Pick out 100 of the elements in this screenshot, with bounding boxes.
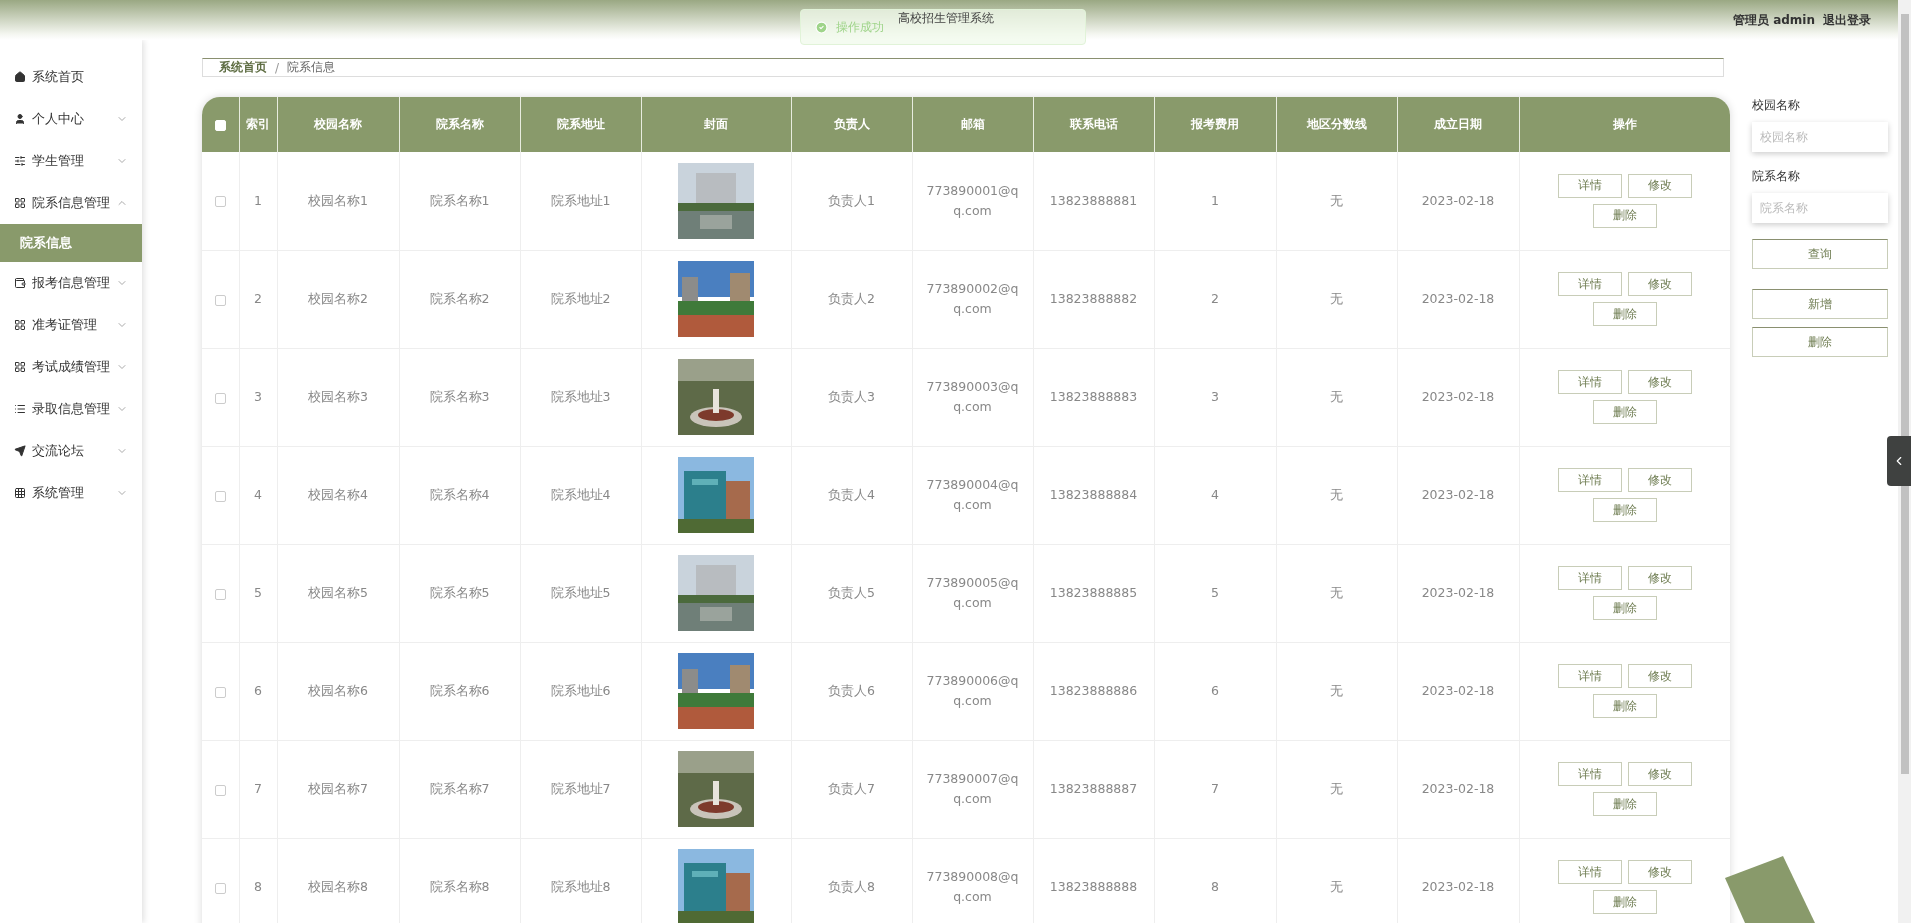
action-button[interactable]: 修改 bbox=[1627, 173, 1692, 198]
toast-text: 操作成功 bbox=[836, 18, 884, 36]
table-cell: 院系名称4 bbox=[429, 487, 490, 502]
row-checkbox[interactable] bbox=[214, 294, 226, 306]
table-cell: 院系名称7 bbox=[429, 781, 490, 796]
toolbar-button[interactable]: 删除 bbox=[1752, 327, 1888, 357]
row-checkbox[interactable] bbox=[214, 882, 226, 894]
logout-link[interactable]: 退出登录 bbox=[1823, 11, 1871, 29]
column-header: 成立日期 bbox=[1397, 97, 1519, 152]
table-cell: 773890007@qq.com bbox=[926, 771, 1019, 806]
table-cell: 院系地址8 bbox=[550, 879, 611, 894]
field-label: 校园名称 bbox=[1752, 97, 1801, 114]
action-button[interactable]: 删除 bbox=[1592, 400, 1657, 424]
menu-item[interactable]: 系统管理 bbox=[0, 472, 142, 514]
table-cell: 2023-02-18 bbox=[1421, 683, 1495, 698]
column-header: 报考费用 bbox=[1154, 97, 1276, 152]
action-button[interactable]: 删除 bbox=[1592, 203, 1657, 228]
column-header: 地区分数线 bbox=[1276, 97, 1397, 152]
action-button[interactable]: 详情 bbox=[1557, 762, 1622, 786]
table-cell: 校园名称2 bbox=[308, 291, 368, 306]
action-button[interactable]: 详情 bbox=[1557, 173, 1622, 198]
row-checkbox[interactable] bbox=[214, 196, 226, 208]
action-button[interactable]: 修改 bbox=[1627, 566, 1692, 590]
action-button[interactable]: 详情 bbox=[1557, 272, 1622, 296]
menu-item[interactable]: 考试成绩管理 bbox=[0, 346, 142, 388]
app-title: 高校招生管理系统 bbox=[898, 10, 994, 27]
menu-item[interactable]: 个人中心 bbox=[0, 98, 142, 140]
row-checkbox[interactable] bbox=[214, 784, 226, 796]
action-button[interactable]: 修改 bbox=[1627, 468, 1692, 492]
table-cell: 校园名称3 bbox=[308, 389, 368, 404]
action-button[interactable]: 修改 bbox=[1627, 272, 1692, 296]
table-cell: 2023-02-18 bbox=[1421, 291, 1495, 306]
action-button[interactable]: 修改 bbox=[1627, 370, 1692, 394]
action-button[interactable]: 详情 bbox=[1557, 860, 1622, 884]
menu-item[interactable]: 系统首页 bbox=[0, 56, 142, 98]
table-cell: 6 bbox=[1211, 683, 1219, 698]
action-button[interactable]: 修改 bbox=[1627, 762, 1692, 786]
breadcrumb-link[interactable]: 院系信息 bbox=[287, 59, 336, 76]
row-checkbox[interactable] bbox=[214, 490, 226, 502]
grid-icon bbox=[14, 197, 26, 209]
scrollbar[interactable] bbox=[1898, 0, 1911, 923]
table-cell: 负责人8 bbox=[828, 879, 875, 894]
table-cell: 院系名称2 bbox=[429, 291, 490, 306]
menu-item[interactable]: 院系信息管理 bbox=[0, 182, 142, 224]
grid-icon bbox=[14, 361, 26, 373]
action-button[interactable]: 修改 bbox=[1627, 664, 1692, 688]
breadcrumb-separator: / bbox=[275, 60, 280, 75]
action-button[interactable]: 删除 bbox=[1592, 890, 1657, 914]
action-button[interactable]: 删除 bbox=[1592, 792, 1657, 816]
action-button[interactable]: 详情 bbox=[1557, 468, 1622, 492]
action-button[interactable]: 修改 bbox=[1627, 860, 1692, 884]
table-cell: 13823888881 bbox=[1049, 192, 1138, 208]
action-button[interactable]: 删除 bbox=[1592, 302, 1657, 326]
table-cell: 负责人1 bbox=[828, 192, 875, 208]
column-header: 索引 bbox=[239, 97, 277, 152]
table-cell: 院系地址5 bbox=[550, 585, 611, 600]
table-cell: 2023-02-18 bbox=[1421, 487, 1495, 502]
table-cell: 无 bbox=[1330, 487, 1343, 502]
breadcrumb-link[interactable]: 系统首页 bbox=[219, 59, 267, 76]
action-button[interactable]: 详情 bbox=[1557, 566, 1622, 590]
table-cell: 773890003@qq.com bbox=[926, 379, 1019, 414]
column-header: 院系地址 bbox=[520, 97, 641, 152]
menu-item[interactable]: 准考证管理 bbox=[0, 304, 142, 346]
select-all-checkbox[interactable] bbox=[214, 119, 226, 131]
table-cell: 无 bbox=[1330, 585, 1343, 600]
query-button[interactable]: 查询 bbox=[1752, 239, 1888, 269]
toolbar-button[interactable]: 新增 bbox=[1752, 289, 1888, 319]
sliders-icon bbox=[14, 155, 26, 167]
menu-item[interactable]: 报考信息管理 bbox=[0, 262, 142, 304]
table-cell: 无 bbox=[1330, 683, 1343, 698]
action-button[interactable]: 删除 bbox=[1592, 596, 1657, 620]
action-button[interactable]: 详情 bbox=[1557, 370, 1622, 394]
table-cell: 773890004@qq.com bbox=[926, 477, 1019, 512]
table-cell: 2023-02-18 bbox=[1421, 781, 1495, 796]
table-cell: 5 bbox=[1211, 585, 1219, 600]
table-cell: 2023-02-18 bbox=[1421, 879, 1495, 894]
search-field[interactable]: 校园名称 bbox=[1752, 122, 1888, 152]
table-cell: 8 bbox=[254, 879, 262, 894]
menu-item[interactable]: 学生管理 bbox=[0, 140, 142, 182]
column-header: 联系电话 bbox=[1033, 97, 1154, 152]
row-checkbox[interactable] bbox=[214, 686, 226, 698]
table-cell: 院系名称6 bbox=[429, 683, 490, 698]
table-cell: 负责人7 bbox=[828, 781, 875, 796]
table-cell: 院系名称3 bbox=[429, 389, 490, 404]
action-button[interactable]: 删除 bbox=[1592, 498, 1657, 522]
action-button[interactable]: 删除 bbox=[1592, 694, 1657, 718]
submenu-item[interactable]: 院系信息 bbox=[0, 224, 142, 262]
collapse-handle[interactable] bbox=[1887, 436, 1911, 486]
table-cell: 校园名称1 bbox=[308, 192, 368, 208]
column-header: 校园名称 bbox=[277, 97, 399, 152]
table-cell: 13823888882 bbox=[1049, 291, 1138, 306]
search-field[interactable]: 院系名称 bbox=[1752, 193, 1888, 223]
table-cell: 院系地址3 bbox=[550, 389, 611, 404]
table-cell: 2 bbox=[1211, 291, 1219, 306]
row-checkbox[interactable] bbox=[214, 588, 226, 600]
menu-item[interactable]: 录取信息管理 bbox=[0, 388, 142, 430]
menu-item[interactable]: 交流论坛 bbox=[0, 430, 142, 472]
column-header: 邮箱 bbox=[912, 97, 1033, 152]
row-checkbox[interactable] bbox=[214, 392, 226, 404]
action-button[interactable]: 详情 bbox=[1557, 664, 1622, 688]
